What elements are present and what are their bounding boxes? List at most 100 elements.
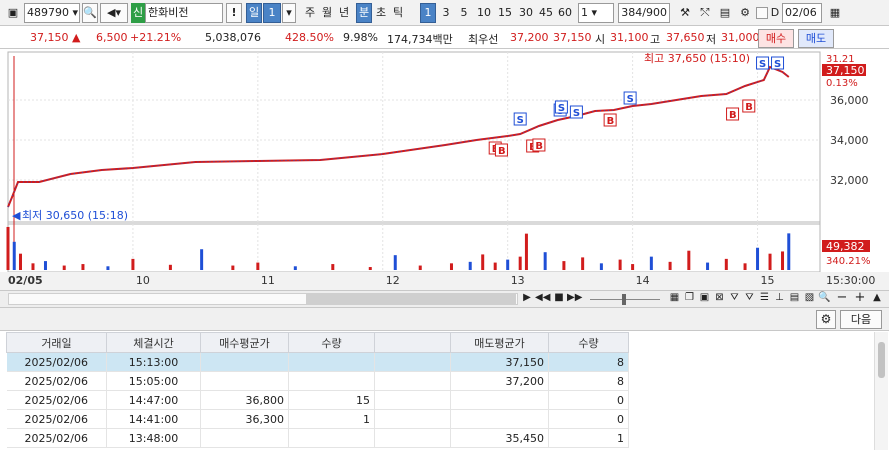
tool-layout-icon[interactable]: ▤ [788,292,801,306]
volume-bar [200,249,204,270]
volume-bar [6,226,10,270]
vertical-scroll-thumb[interactable] [878,342,885,378]
interval-45-button[interactable]: 45 [536,3,556,23]
speaker-icon[interactable]: ◀▾ [100,3,128,23]
calendar-icon[interactable]: ▦ [826,3,844,23]
x-tick-label: 15 [761,274,775,287]
period-second-button[interactable]: 초 [373,3,389,23]
page-total-value: /900 [642,6,667,19]
magnify-icon[interactable]: 🔍 [818,292,831,306]
zoom-out-icon[interactable]: − [836,291,848,306]
cell-sell-qty: 0 [548,409,629,429]
interval-10-button[interactable]: 10 [474,3,494,23]
search-icon[interactable]: 🔍 [82,3,98,23]
table-row[interactable]: 2025/02/06 13:48:00 35,450 1 [6,428,629,448]
volume-bar [481,254,485,270]
interval-60-button[interactable]: 60 [555,3,575,23]
x-tick-label: 14 [636,274,650,287]
stock-name-field[interactable]: 한화비전 [145,3,223,23]
page-count-field[interactable]: 384/900 [618,3,670,23]
buy-button[interactable]: 매수 [758,29,794,48]
date-checkbox[interactable] [756,7,768,19]
step-forward-icon[interactable]: ▶ [521,292,533,306]
interval-1-button[interactable]: 1 [420,3,436,23]
col-buy-qty[interactable]: 수량 [288,332,375,353]
zoom-in-icon[interactable]: + [854,291,866,306]
save-icon[interactable]: ▤ [716,3,734,23]
volume-bar [293,266,297,270]
volume-bar [518,256,522,270]
col-exec-time[interactable]: 체결시간 [106,332,201,353]
date-field[interactable]: 02/06 [782,3,822,23]
period-dropdown-icon[interactable]: ▾ [282,3,296,23]
period-year-button[interactable]: 년 [336,3,352,23]
volume-bar [581,257,585,270]
cell-buy-qty: 1 [288,409,375,429]
cell-time: 14:47:00 [106,390,201,410]
table-row[interactable]: 2025/02/06 14:47:00 36,800 15 0 [6,390,629,410]
period-num-button[interactable]: 1 [263,3,281,23]
col-sell-qty[interactable]: 수량 [548,332,629,353]
tool-grid-icon[interactable]: ▦ [668,292,681,306]
cell-sell-qty: 1 [548,428,629,448]
zoom-slider-handle[interactable] [622,294,626,305]
stock-code-input[interactable]: 489790 ▾ [24,3,80,23]
page-count-value: 384 [621,6,643,19]
window-icon[interactable]: ▣ [4,3,22,23]
chart-svg[interactable]: 36,000 34,000 32,000 02/05 10 11 12 13 14 15 15:30… [0,50,889,290]
tool-copy-icon[interactable]: ❐ [683,292,696,306]
tool-image-icon[interactable]: ▧ [803,292,816,306]
marker-label: S [573,108,580,119]
next-button[interactable]: 다음 [840,310,882,329]
volume-bar [131,258,135,270]
price-chart[interactable]: 36,000 34,000 32,000 02/05 10 11 12 13 14 15 15:30… [0,50,889,290]
period-week-button[interactable]: 주 [302,3,318,23]
col-buy-avg[interactable]: 매수평균가 [200,332,289,353]
gear-icon[interactable]: ⚙ [736,3,754,23]
tool-box-icon[interactable]: ▣ [698,292,711,306]
candle-icon[interactable]: ⚒ [676,3,694,23]
vertical-scrollbar[interactable] [874,332,888,450]
trade-history-toolbar: ⚙ 다음 [0,308,889,331]
marker-label: B [535,141,543,152]
period-minute-button[interactable]: 분 [356,3,372,23]
volume-bar [524,233,528,270]
tool-list-icon[interactable]: ☰ [758,292,771,306]
table-row[interactable]: 2025/02/06 14:41:00 36,300 1 0 [6,409,629,429]
tool-axis-icon[interactable]: ⊥ [773,292,786,306]
sell-button[interactable]: 매도 [798,29,834,48]
chart-scroll-thumb[interactable] [306,294,516,304]
rewind-icon[interactable]: ◀◀ [535,292,550,306]
cell-time: 15:05:00 [106,371,201,391]
volume-bar [43,261,47,270]
marker-label: S [627,94,634,105]
col-trade-date[interactable]: 거래일 [6,332,107,353]
arrow-up-icon[interactable]: ▲ [870,292,884,306]
volume-bar [393,255,397,270]
table-row[interactable]: 2025/02/06 15:05:00 37,200 8 [6,371,629,391]
period-month-button[interactable]: 월 [319,3,335,23]
tool-filter2-icon[interactable]: ⛛ [743,292,756,306]
period-day-button[interactable]: 일 [246,3,262,23]
interval-5-button[interactable]: 5 [456,3,472,23]
col-sell-avg[interactable]: 매도평균가 [450,332,549,353]
col-blank [374,332,451,353]
interval-3-button[interactable]: 3 [438,3,454,23]
alert-button[interactable]: ! [226,3,242,23]
cell-sell-avg [450,390,549,410]
stop-icon[interactable]: ■ [553,292,565,306]
fast-forward-icon[interactable]: ▶▶ [567,292,582,306]
count-select[interactable]: 1 ▾ [578,3,614,23]
count-select-value: 1 [581,6,588,19]
tool-cross-icon[interactable]: ⊠ [713,292,726,306]
line-tool-icon[interactable]: ⤲ [696,3,714,23]
x-tick-label: 12 [386,274,400,287]
period-tick-button[interactable]: 틱 [390,3,406,23]
cell-date: 2025/02/06 [6,428,107,448]
stock-code-value: 489790 [27,6,69,19]
interval-30-button[interactable]: 30 [516,3,536,23]
gear-icon[interactable]: ⚙ [816,310,836,329]
interval-15-button[interactable]: 15 [495,3,515,23]
table-row[interactable]: 2025/02/06 15:13:00 37,150 8 [6,352,629,372]
tool-filter-icon[interactable]: ⛛ [728,292,741,306]
